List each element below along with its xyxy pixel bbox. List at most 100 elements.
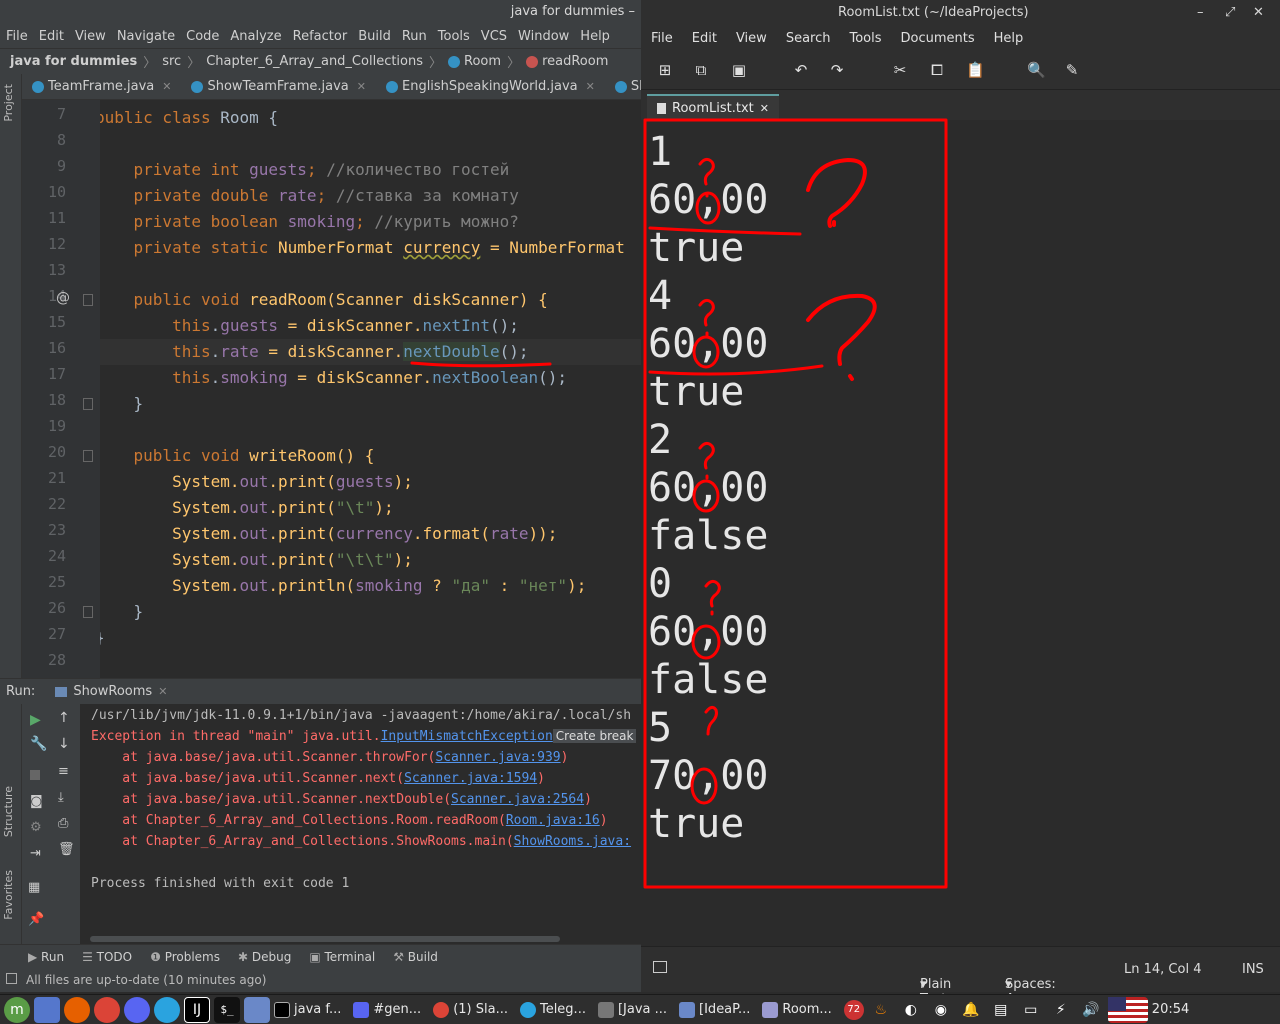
source-link[interactable]: ShowRooms.java: [514, 834, 631, 849]
source-link[interactable]: Scanner.java:2564 [451, 792, 584, 807]
fold-icon[interactable] [83, 450, 93, 462]
bell-icon[interactable]: 🔔 [958, 997, 984, 1023]
fold-icon[interactable] [83, 398, 93, 410]
task-discord[interactable]: #gen... [353, 1001, 421, 1018]
tab-teamframe[interactable]: TeamFrame.java ✕ [22, 74, 181, 99]
ide-menu-file[interactable]: File [6, 29, 28, 44]
task-ideaprojects[interactable]: [IdeaP... [679, 1001, 750, 1018]
code-editor[interactable]: public class Room { private int guests; … [100, 100, 641, 678]
paste-icon[interactable]: 📋 [966, 62, 985, 78]
tab-showguests[interactable]: ShowGues [605, 74, 641, 99]
pin-icon[interactable]: 📌 [28, 912, 44, 927]
editor-menu-file[interactable]: File [651, 31, 673, 46]
text-area[interactable]: 1 60,00 true 4 60,00 true 2 60,00 false … [641, 120, 1280, 946]
copy-icon[interactable]: ⧠ [929, 62, 945, 78]
stop-icon[interactable] [30, 770, 40, 780]
task-intellij[interactable]: java f... [274, 1001, 341, 1018]
editor-menu-search[interactable]: Search [786, 31, 831, 46]
menu-icon[interactable]: m [4, 996, 30, 1023]
leaf-icon[interactable]: ◐ [898, 997, 924, 1023]
editor-menu-tools[interactable]: Tools [849, 31, 881, 46]
tool-tab-debug[interactable]: ✱ Debug [238, 950, 291, 964]
open-file-icon[interactable]: ⧉ [693, 62, 709, 78]
favorites-tool-tab[interactable]: Favorites [2, 870, 15, 920]
close-icon[interactable]: ✕ [162, 80, 171, 93]
clock[interactable]: 20:54 [1152, 1002, 1189, 1017]
keyboard-layout-flag-icon[interactable] [1107, 996, 1148, 1023]
ide-menu-code[interactable]: Code [186, 29, 219, 44]
chrome-icon[interactable] [94, 996, 120, 1023]
flame-icon[interactable]: ♨ [868, 997, 894, 1023]
close-icon[interactable]: ✕ [158, 685, 167, 698]
save-icon[interactable]: ▣ [731, 62, 747, 78]
ide-menu-view[interactable]: View [75, 29, 106, 44]
cut-icon[interactable]: ✂ [892, 62, 908, 78]
files-icon[interactable] [244, 996, 270, 1023]
search-icon[interactable]: 🔍 [1027, 62, 1046, 78]
source-link[interactable]: Room.java:16 [506, 813, 600, 828]
editor-menu-help[interactable]: Help [994, 31, 1024, 46]
settings-icon[interactable]: ⚙ [30, 820, 42, 835]
run-console[interactable]: /usr/lib/jvm/jdk-11.0.9.1+1/bin/java -ja… [80, 704, 641, 944]
maximize-icon[interactable]: ⤢ [1225, 5, 1235, 20]
create-breakpoint-button[interactable]: Create break [552, 729, 637, 743]
tool-tab-todo[interactable]: ☰ TODO [82, 950, 132, 964]
breadcrumb-class[interactable]: Room [464, 54, 501, 69]
ide-menu-tools[interactable]: Tools [438, 29, 470, 44]
telegram-icon[interactable] [154, 996, 180, 1023]
ide-menu-vcs[interactable]: VCS [481, 29, 507, 44]
console-scrollbar[interactable] [90, 936, 560, 942]
trash-icon[interactable]: 🗑 [58, 842, 75, 857]
ide-menu-run[interactable]: Run [402, 29, 427, 44]
drive-icon[interactable]: ▭ [1018, 997, 1044, 1023]
tab-englishspeakingworld[interactable]: EnglishSpeakingWorld.java ✕ [376, 74, 605, 99]
breadcrumb-project[interactable]: java for dummies [10, 54, 137, 69]
ide-menu-window[interactable]: Window [518, 29, 569, 44]
breadcrumb-method[interactable]: readRoom [542, 54, 608, 69]
wrench-icon[interactable]: 🔧 [30, 736, 47, 752]
discord-icon[interactable] [124, 996, 150, 1023]
soft-wrap-icon[interactable]: ≡ [58, 764, 69, 779]
intellij-icon[interactable]: IJ [184, 996, 210, 1023]
firefox-icon[interactable] [64, 996, 90, 1023]
redo-icon[interactable]: ↷ [829, 62, 845, 78]
layout-icon[interactable]: ▦ [28, 880, 40, 895]
task-java[interactable]: [Java ... [597, 1001, 667, 1018]
ide-menu-build[interactable]: Build [358, 29, 391, 44]
notification-badge[interactable]: 72 [843, 999, 864, 1020]
tab-showteamframe[interactable]: ShowTeamFrame.java ✕ [181, 74, 376, 99]
close-icon[interactable]: ✕ [357, 80, 366, 93]
close-icon[interactable]: ✕ [586, 80, 595, 93]
power-icon[interactable]: ⚡ [1048, 997, 1074, 1023]
breadcrumb-src[interactable]: src [162, 54, 181, 69]
print-icon[interactable]: ⎙ [58, 816, 68, 831]
project-tool-tab[interactable]: Project [2, 84, 15, 122]
editor-menu-view[interactable]: View [736, 31, 767, 46]
source-link[interactable]: Scanner.java:939 [435, 750, 560, 765]
volume-icon[interactable]: 🔊 [1078, 997, 1104, 1023]
discord-tray-icon[interactable]: ◉ [928, 997, 954, 1023]
close-window-icon[interactable]: ✕ [1253, 5, 1264, 20]
run-tab-showrooms[interactable]: ShowRooms [73, 684, 152, 699]
editor-menu-documents[interactable]: Documents [901, 31, 975, 46]
scroll-end-icon[interactable]: ⤓ [58, 790, 64, 805]
ide-menu-edit[interactable]: Edit [39, 29, 64, 44]
task-chrome[interactable]: (1) Sla... [433, 1001, 508, 1018]
terminal-icon[interactable]: $_ [214, 996, 240, 1023]
tab-roomlist[interactable]: RoomList.txt ✕ [647, 94, 779, 120]
camera-icon[interactable]: ◙ [30, 794, 43, 809]
status-toggle-icon[interactable] [6, 973, 17, 984]
rerun-icon[interactable]: ▶ [30, 712, 41, 728]
close-icon[interactable]: ✕ [760, 102, 769, 115]
replace-icon[interactable]: ✎ [1064, 62, 1080, 78]
ide-menu-analyze[interactable]: Analyze [230, 29, 281, 44]
login-icon[interactable]: ⇥ [30, 846, 41, 861]
exception-link[interactable]: InputMismatchException [381, 729, 553, 744]
tool-tab-terminal[interactable]: ▣ Terminal [309, 950, 375, 964]
down-arrow-icon[interactable]: ↓ [58, 736, 70, 752]
show-desktop-icon[interactable] [34, 996, 60, 1023]
sidebar-toggle-icon[interactable] [653, 961, 667, 973]
tool-tab-run[interactable]: ▶ Run [28, 950, 64, 964]
task-roomlist[interactable]: Room... [762, 1001, 832, 1018]
undo-icon[interactable]: ↶ [793, 62, 809, 78]
